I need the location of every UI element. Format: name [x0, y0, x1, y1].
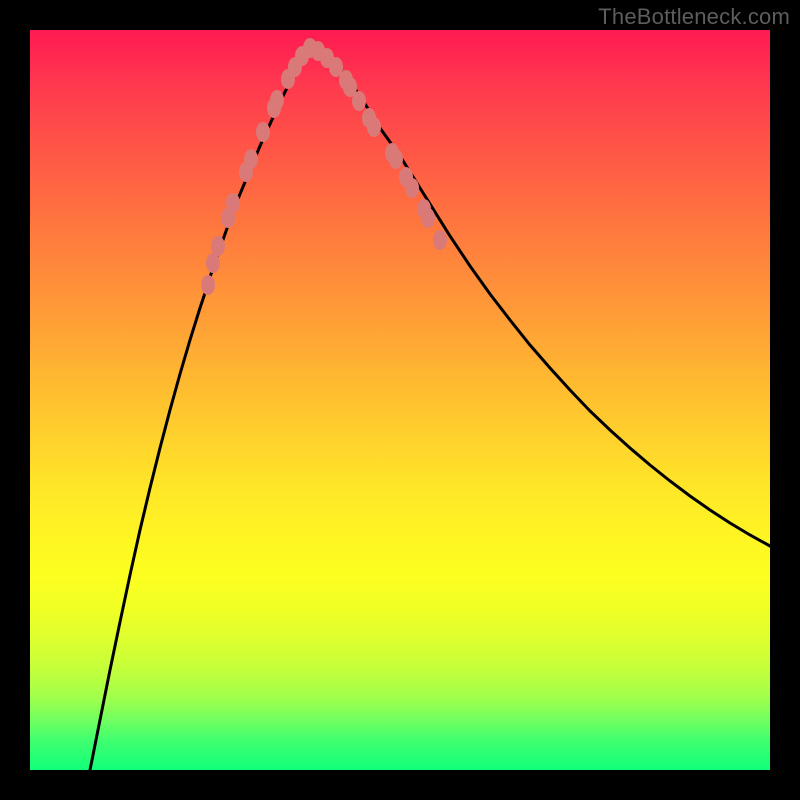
data-beads-group	[201, 38, 447, 295]
data-bead	[389, 149, 403, 169]
data-bead	[201, 275, 215, 295]
watermark-text: TheBottleneck.com	[598, 4, 790, 30]
data-bead	[421, 208, 435, 228]
data-bead	[367, 117, 381, 137]
curve-left	[90, 46, 310, 770]
data-bead	[226, 193, 240, 213]
chart-svg	[30, 30, 770, 770]
outer-frame: TheBottleneck.com	[0, 0, 800, 800]
data-bead	[352, 91, 366, 111]
plot-area	[30, 30, 770, 770]
data-bead	[206, 253, 220, 273]
data-bead	[405, 178, 419, 198]
data-bead	[244, 149, 258, 169]
data-bead	[433, 230, 447, 250]
data-bead	[211, 236, 225, 256]
data-bead	[256, 122, 270, 142]
data-bead	[270, 90, 284, 110]
